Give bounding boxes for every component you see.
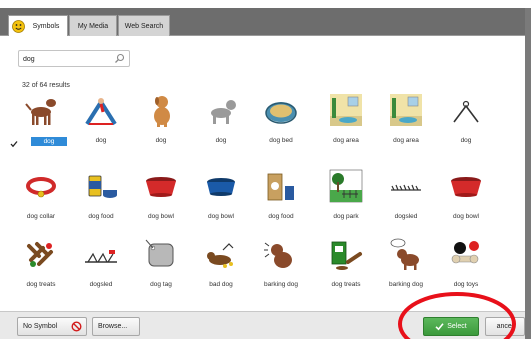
symbol-label: dog collar xyxy=(26,213,56,220)
symbol-tile[interactable]: dogsled xyxy=(70,236,130,298)
no-symbol-label: No Symbol xyxy=(23,323,58,330)
dog-toys-icon xyxy=(451,241,479,264)
symbol-tile[interactable]: dog bowl xyxy=(435,168,495,230)
symbol-tile[interactable]: dog area xyxy=(375,92,435,154)
symbol-label: barking dog xyxy=(264,281,298,288)
dog-gray-icon xyxy=(211,100,236,124)
symbol-label: dog bed xyxy=(269,137,293,144)
dog-area-room-icon xyxy=(330,94,362,126)
symbol-picker-dialog: Symbols My Media Web Search 32 of 64 res… xyxy=(0,0,531,339)
symbol-label: dog xyxy=(215,137,227,144)
dog-yoga-outline-icon xyxy=(453,100,479,123)
select-button[interactable]: Select xyxy=(423,317,479,336)
symbol-label: dogsled xyxy=(394,213,418,220)
dog-bowl-red-icon xyxy=(451,177,481,197)
top-strip xyxy=(0,0,531,8)
symbol-label: dog tag xyxy=(150,281,172,288)
symbol-label: dog xyxy=(31,137,67,146)
symbol-tile[interactable]: dog tag xyxy=(130,236,190,298)
dog-bowl-blue-icon xyxy=(207,178,235,196)
dog-treats-box-icon xyxy=(331,241,362,270)
tab-my-media-label: My Media xyxy=(77,23,109,30)
symbol-tile[interactable]: dog treats xyxy=(10,236,70,298)
right-edge xyxy=(525,8,531,339)
dog-collar-icon xyxy=(26,177,56,198)
results-count: 32 of 64 results xyxy=(22,82,70,89)
smiley-icon xyxy=(12,20,25,33)
symbol-label: dog area xyxy=(333,137,359,144)
symbol-tile[interactable]: bad dog xyxy=(190,236,250,298)
cancel-label: ancel xyxy=(496,323,514,330)
dog-treats-icon xyxy=(27,242,53,267)
symbol-label: dogsled xyxy=(89,281,113,288)
symbol-label: dog bowl xyxy=(147,213,175,220)
tab-symbols[interactable]: Symbols xyxy=(8,15,68,36)
dog-tag-icon xyxy=(145,239,174,267)
browse-button[interactable]: Browse... xyxy=(92,317,140,336)
check-icon xyxy=(435,322,444,331)
symbol-tile[interactable]: dog xyxy=(435,92,495,154)
symbol-label: dog toys xyxy=(453,281,479,288)
dog-food-bag-icon xyxy=(267,173,294,201)
symbol-tile[interactable]: dog xyxy=(70,92,130,154)
symbol-tile[interactable]: dog food xyxy=(250,168,310,230)
dog-park-icon xyxy=(329,169,363,203)
symbol-label: dog park xyxy=(333,213,359,220)
dog-food-can-icon xyxy=(88,175,117,198)
symbol-tile[interactable]: dog collar xyxy=(10,168,70,230)
cancel-button[interactable]: ancel xyxy=(485,317,525,336)
symbol-label: bad dog xyxy=(209,281,233,288)
symbol-label: dog food xyxy=(268,213,294,220)
dog-sitting-icon xyxy=(154,96,170,127)
dog-area-room-icon xyxy=(390,94,422,126)
symbol-label: barking dog xyxy=(389,281,423,288)
tab-web-search-label: Web Search xyxy=(124,23,164,30)
symbol-tile[interactable]: dog bowl xyxy=(190,168,250,230)
tab-symbols-label: Symbols xyxy=(32,23,60,30)
symbol-tile[interactable]: barking dog xyxy=(250,236,310,298)
symbol-tile[interactable]: dog toys xyxy=(435,236,495,298)
symbol-label: dog food xyxy=(88,213,114,220)
symbol-tile[interactable]: dog xyxy=(10,92,70,154)
search-icon[interactable] xyxy=(114,53,125,64)
search-box[interactable] xyxy=(18,50,130,67)
symbol-tile[interactable]: dog food xyxy=(70,168,130,230)
tab-my-media[interactable]: My Media xyxy=(69,15,117,36)
symbol-tile[interactable]: dog area xyxy=(315,92,375,154)
symbol-tile[interactable]: dog treats xyxy=(315,236,375,298)
symbol-label: dog area xyxy=(393,137,419,144)
symbol-label: dog xyxy=(155,137,167,144)
dog-bowl-red-icon xyxy=(146,177,176,197)
symbol-label: dog bowl xyxy=(452,213,480,220)
symbol-label: dog treats xyxy=(331,281,361,288)
symbol-tile[interactable]: dog bed xyxy=(250,92,310,154)
dog-standing-icon xyxy=(25,99,56,125)
symbol-tile[interactable]: barking dog xyxy=(375,236,435,298)
symbol-tile[interactable]: dogsled xyxy=(375,168,435,230)
bad-dog-icon xyxy=(207,243,234,268)
barking-dog-speech-icon xyxy=(390,238,419,270)
select-label: Select xyxy=(447,323,467,330)
symbol-tile[interactable]: dog bowl xyxy=(130,168,190,230)
symbol-label: dog xyxy=(460,137,472,144)
dogsled-outline-icon xyxy=(391,184,421,191)
dogsled-team-icon xyxy=(85,250,117,263)
symbol-tile[interactable]: dog xyxy=(130,92,190,154)
tab-bar: Symbols My Media Web Search xyxy=(0,8,531,36)
tab-web-search[interactable]: Web Search xyxy=(118,15,170,36)
symbol-tile[interactable]: dog park xyxy=(315,168,375,230)
symbol-label: dog bowl xyxy=(207,213,235,220)
dog-yoga-pose-icon xyxy=(85,98,117,126)
barking-dog-icon xyxy=(264,242,292,268)
prohibited-icon xyxy=(71,321,82,332)
bottom-toolbar: No Symbol Browse... Select ancel xyxy=(0,311,525,339)
search-input[interactable] xyxy=(23,53,111,65)
symbol-tile[interactable]: dog xyxy=(190,92,250,154)
no-symbol-button[interactable]: No Symbol xyxy=(17,317,87,336)
symbol-label: dog xyxy=(95,137,107,144)
browse-label: Browse... xyxy=(98,323,128,330)
dog-bed-icon xyxy=(265,102,297,124)
symbol-label: dog treats xyxy=(26,281,56,288)
